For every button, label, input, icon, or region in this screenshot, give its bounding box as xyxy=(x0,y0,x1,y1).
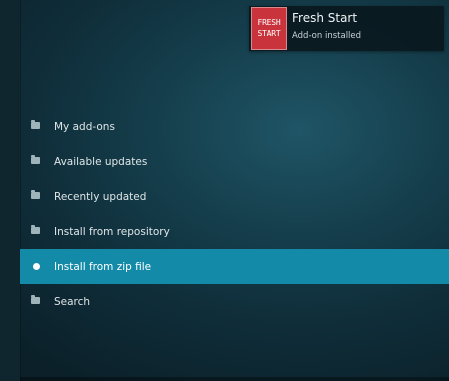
notification-toast: FRESH START Fresh Start Add-on installed xyxy=(249,6,444,51)
side-strip xyxy=(0,0,20,381)
menu-item-label: Install from repository xyxy=(54,225,170,238)
bottom-edge xyxy=(20,377,449,381)
menu-item-install-from-zip[interactable]: Install from zip file xyxy=(20,249,449,284)
menu-item-label: My add-ons xyxy=(54,120,115,133)
menu-item-label: Search xyxy=(54,295,91,308)
menu-item-search[interactable]: Search xyxy=(20,284,449,319)
folder-icon xyxy=(31,190,40,199)
addons-browser-screen: FRESH START Fresh Start Add-on installed… xyxy=(0,0,449,381)
folder-icon xyxy=(31,155,40,164)
menu-item-my-addons[interactable]: My add-ons xyxy=(20,109,449,144)
addon-thumbnail: FRESH START xyxy=(251,7,287,50)
thumbnail-line: FRESH xyxy=(257,18,281,27)
menu-item-recently-updated[interactable]: Recently updated xyxy=(20,179,449,214)
thumbnail-line: START xyxy=(257,29,281,38)
folder-icon xyxy=(31,120,40,129)
menu-item-label: Install from zip file xyxy=(54,260,152,273)
notification-title: Fresh Start xyxy=(292,11,358,25)
menu-item-label: Available updates xyxy=(54,155,148,168)
folder-icon xyxy=(31,295,40,304)
dot-icon xyxy=(33,263,40,270)
menu-item-label: Recently updated xyxy=(54,190,147,203)
menu-item-available-updates[interactable]: Available updates xyxy=(20,144,449,179)
notification-subtitle: Add-on installed xyxy=(292,31,362,41)
notification-text: Fresh Start Add-on installed xyxy=(287,6,444,51)
menu-item-install-from-repository[interactable]: Install from repository xyxy=(20,214,449,249)
folder-icon xyxy=(31,225,40,234)
addon-menu: My add-ons Available updates Recently up… xyxy=(20,109,449,319)
